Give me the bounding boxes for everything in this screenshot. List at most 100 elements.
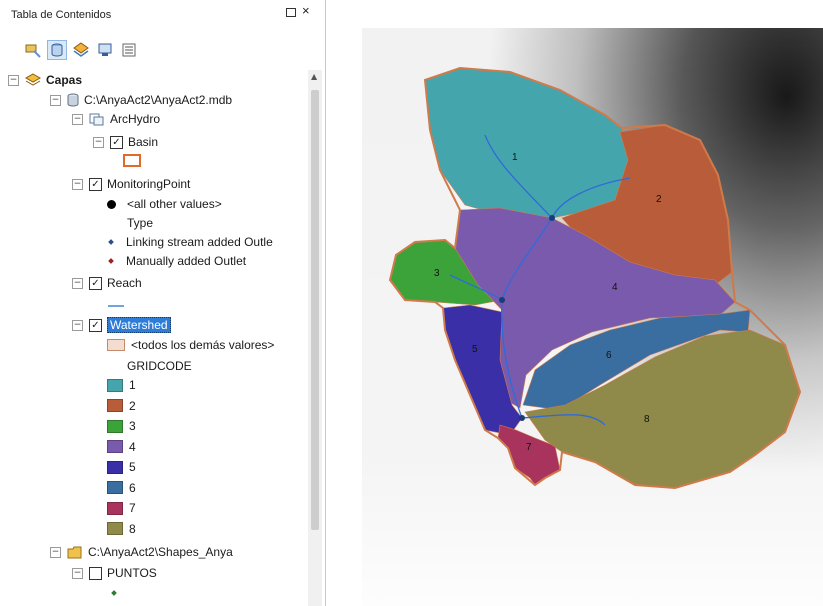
reach-label: Reach bbox=[107, 276, 142, 290]
list-by-source-button[interactable] bbox=[47, 40, 67, 60]
watershed-label: 7 bbox=[526, 442, 532, 453]
watershed-label[interactable]: Watershed bbox=[107, 317, 171, 333]
toc-scrollbar[interactable]: ▲ bbox=[308, 70, 322, 606]
basin-outline-swatch bbox=[123, 153, 141, 167]
watershed-label: 1 bbox=[512, 152, 518, 163]
gridcode-legend-item: 2 bbox=[107, 397, 136, 415]
legend-manual-outlet: Manually added Outlet bbox=[108, 252, 247, 270]
legend-gridcode-header: GRIDCODE bbox=[127, 357, 192, 375]
watershed-label: 2 bbox=[656, 194, 662, 205]
watershed-label: 4 bbox=[612, 282, 618, 293]
options-button[interactable] bbox=[120, 41, 138, 59]
options-icon bbox=[122, 43, 136, 57]
tree-node-watershed[interactable]: − ✓ Watershed bbox=[72, 316, 171, 334]
gridcode-label: 6 bbox=[129, 480, 136, 495]
database-icon bbox=[51, 43, 63, 57]
toc-title: Tabla de Contenidos bbox=[11, 9, 112, 21]
gridcode-legend-item: 5 bbox=[107, 458, 136, 476]
map-view[interactable]: 1 2 3 4 5 6 7 8 bbox=[330, 0, 823, 606]
list-by-visibility-button[interactable] bbox=[72, 41, 90, 59]
gridcode-label: 2 bbox=[129, 398, 136, 413]
map-canvas[interactable]: 1 2 3 4 5 6 7 8 bbox=[330, 0, 823, 606]
gridcode-swatch bbox=[107, 460, 123, 474]
collapse-icon[interactable]: − bbox=[72, 113, 83, 125]
basin-label: Basin bbox=[128, 135, 159, 149]
gridcode-swatch bbox=[107, 522, 123, 535]
outlet-point[interactable] bbox=[519, 415, 525, 421]
reach-symbol bbox=[108, 297, 124, 315]
layers-label: Capas bbox=[46, 73, 83, 87]
legend-all-other-values: <all other values> bbox=[107, 195, 222, 213]
type-header: Type bbox=[127, 216, 154, 230]
tree-node-shapes-folder[interactable]: − C:\AnyaAct2\Shapes_Anya bbox=[50, 543, 233, 561]
selection-icon bbox=[98, 43, 112, 56]
collapse-icon[interactable]: − bbox=[93, 136, 104, 148]
legend-todos-demas: <todos los demás valores> bbox=[107, 336, 274, 354]
gridcode-label: 1 bbox=[129, 378, 136, 392]
tree-node-geodatabase[interactable]: − C:\AnyaAct2\AnyaAct2.mdb bbox=[50, 91, 232, 109]
puntos-label: PUNTOS bbox=[107, 566, 157, 580]
monitoringpoint-label: MonitoringPoint bbox=[107, 177, 191, 191]
tree-node-capas[interactable]: − Capas bbox=[8, 71, 82, 89]
gridcode-label: 4 bbox=[129, 439, 136, 454]
list-by-selection-button[interactable] bbox=[96, 41, 114, 59]
table-of-contents-panel: Tabla de Contenidos × − Capas − C:\AnyaA… bbox=[0, 0, 326, 606]
basin-visibility-checkbox[interactable]: ✓ bbox=[110, 135, 123, 149]
collapse-icon[interactable]: − bbox=[50, 94, 61, 106]
collapse-icon[interactable]: − bbox=[72, 178, 83, 190]
layers-icon bbox=[73, 42, 89, 57]
gridcode-label: 5 bbox=[129, 460, 136, 474]
list-by-drawing-order-button[interactable] bbox=[24, 41, 42, 59]
outlet-point[interactable] bbox=[499, 297, 505, 303]
blue-diamond-icon bbox=[108, 239, 114, 245]
green-diamond-icon bbox=[111, 590, 117, 596]
tree-node-puntos[interactable]: − PUNTOS bbox=[72, 564, 157, 582]
tree-node-monitoringpoint[interactable]: − ✓ MonitoringPoint bbox=[72, 175, 190, 193]
manual-outlet-label: Manually added Outlet bbox=[126, 254, 247, 268]
monitoringpoint-visibility-checkbox[interactable]: ✓ bbox=[89, 177, 102, 191]
toc-toolbar bbox=[24, 37, 138, 63]
gridcode-swatch bbox=[107, 501, 123, 515]
collapse-icon[interactable]: − bbox=[50, 546, 61, 558]
gridcode-swatch bbox=[107, 399, 123, 412]
restore-window-icon[interactable] bbox=[286, 8, 296, 17]
outlet-point[interactable] bbox=[549, 215, 555, 221]
drawing-order-icon bbox=[25, 44, 41, 58]
gridcode-legend-item: 6 bbox=[107, 479, 136, 497]
stream-line-swatch bbox=[108, 305, 124, 307]
gridcode-legend-item: 8 bbox=[107, 520, 136, 538]
layer-tree: − Capas − C:\AnyaAct2\AnyaAct2.mdb − Arc… bbox=[0, 70, 308, 606]
puntos-symbol bbox=[111, 584, 117, 602]
tree-node-archydro[interactable]: − ArcHydro bbox=[72, 110, 160, 128]
geodatabase-path: C:\AnyaAct2\AnyaAct2.mdb bbox=[84, 93, 233, 107]
watershed-label: 6 bbox=[606, 350, 612, 361]
feature-dataset-icon bbox=[89, 112, 105, 126]
tree-node-basin[interactable]: − ✓ Basin bbox=[93, 133, 158, 151]
watershed-label: 8 bbox=[644, 414, 650, 425]
archydro-label: ArcHydro bbox=[110, 112, 161, 126]
legend-type-header: Type bbox=[127, 214, 153, 232]
black-dot-icon bbox=[107, 199, 116, 209]
gridcode-swatch bbox=[107, 481, 123, 494]
collapse-icon[interactable]: − bbox=[72, 319, 83, 331]
shapes-folder-path: C:\AnyaAct2\Shapes_Anya bbox=[88, 545, 233, 559]
close-icon[interactable]: × bbox=[302, 4, 310, 18]
collapse-icon[interactable]: − bbox=[72, 277, 83, 289]
tree-node-reach[interactable]: − ✓ Reach bbox=[72, 274, 142, 292]
gridcode-header: GRIDCODE bbox=[127, 359, 192, 373]
linking-outlet-label: Linking stream added Outle bbox=[126, 235, 273, 249]
scrollbar-thumb[interactable] bbox=[311, 90, 319, 530]
gridcode-label: 8 bbox=[129, 521, 136, 536]
default-swatch bbox=[107, 339, 125, 351]
gridcode-legend-item: 3 bbox=[107, 417, 136, 435]
puntos-visibility-checkbox[interactable] bbox=[89, 566, 102, 580]
toc-title-bar: Tabla de Contenidos × bbox=[0, 0, 325, 30]
watershed-visibility-checkbox[interactable]: ✓ bbox=[89, 318, 102, 332]
collapse-icon[interactable]: − bbox=[72, 567, 83, 579]
scroll-up-icon[interactable]: ▲ bbox=[311, 72, 317, 81]
gridcode-label: 3 bbox=[129, 419, 136, 433]
gridcode-swatch bbox=[107, 419, 123, 433]
collapse-icon[interactable]: − bbox=[8, 74, 19, 86]
reach-visibility-checkbox[interactable]: ✓ bbox=[89, 276, 102, 290]
gridcode-legend-item: 7 bbox=[107, 499, 136, 517]
